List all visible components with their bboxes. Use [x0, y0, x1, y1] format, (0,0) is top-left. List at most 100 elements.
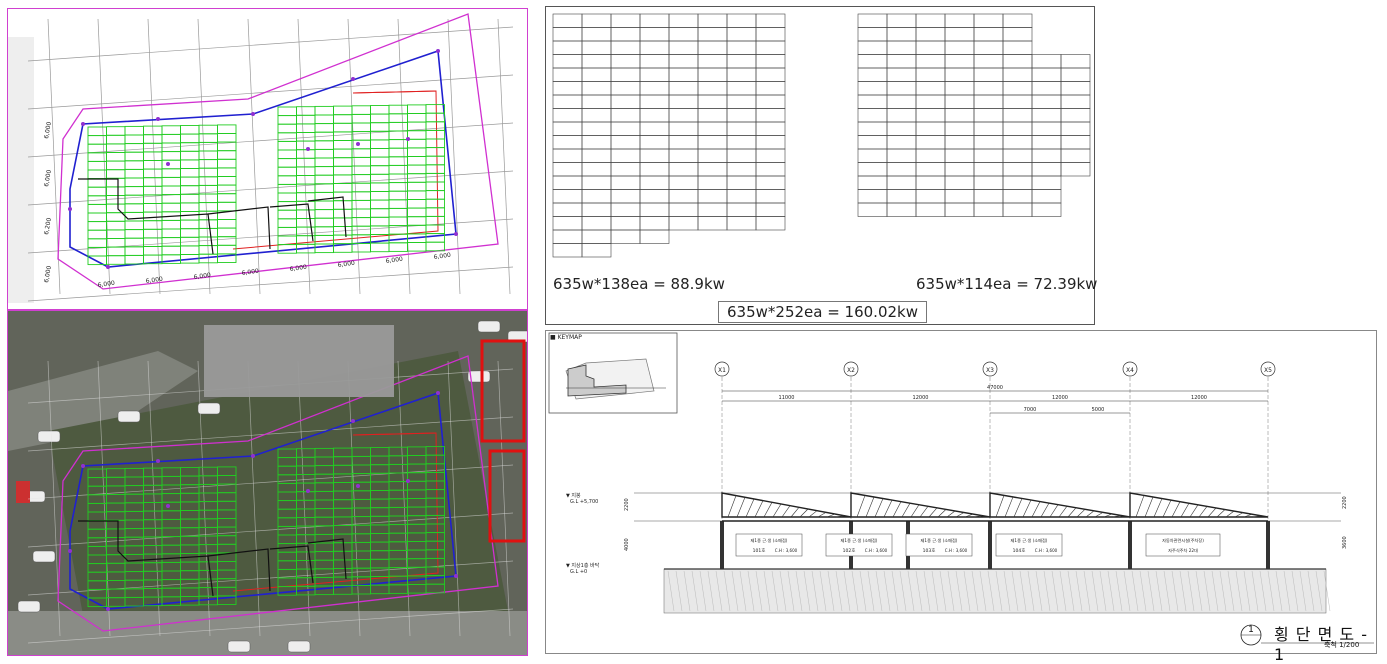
- solar-module: [125, 178, 144, 187]
- panel-module: [698, 163, 727, 177]
- sub-span-dimension: 7000: [1024, 407, 1037, 413]
- panel-module: [698, 14, 727, 28]
- panel-module: [669, 14, 698, 28]
- solar-module: [408, 165, 427, 174]
- sub-span-dimension: 5000: [1092, 407, 1105, 413]
- solar-module: [352, 140, 371, 149]
- panel-module: [858, 109, 887, 123]
- panel-module: [1003, 68, 1032, 82]
- column: [1266, 521, 1270, 569]
- survey-point: [406, 479, 410, 483]
- solar-module: [408, 131, 427, 140]
- panel-array-layout: 635w*138ea = 88.9kw 635w*114ea = 72.39kw…: [545, 6, 1095, 325]
- panel-module: [727, 136, 756, 150]
- solar-module: [297, 150, 316, 159]
- survey-point: [68, 207, 72, 211]
- panel-module: [611, 217, 640, 231]
- solar-module: [426, 182, 445, 191]
- solar-module: [278, 116, 297, 125]
- solar-module: [315, 184, 334, 193]
- panel-module: [582, 136, 611, 150]
- panel-module: [669, 176, 698, 190]
- unit-name: 제1종 근.생 (소매점): [751, 537, 788, 544]
- solar-module: [218, 168, 237, 177]
- panel-module: [727, 109, 756, 123]
- panel-module: [611, 230, 640, 244]
- solar-module: [334, 149, 353, 158]
- solar-module: [162, 134, 181, 143]
- panel-module: [1061, 109, 1090, 123]
- panel-module: [669, 203, 698, 217]
- panel-module: [916, 14, 945, 28]
- solar-module: [218, 194, 237, 203]
- solar-module: [371, 192, 390, 201]
- solar-module: [297, 167, 316, 176]
- truss-member: [755, 501, 763, 517]
- solar-canopy: [1130, 493, 1268, 517]
- solar-module: [334, 184, 353, 193]
- panel-module: [974, 122, 1003, 136]
- panel-module: [858, 136, 887, 150]
- solar-module: [426, 191, 445, 200]
- truss-member: [800, 509, 808, 517]
- panel-module: [669, 163, 698, 177]
- panel-module: [756, 95, 785, 109]
- panel-module: [756, 122, 785, 136]
- axis-label: X2: [847, 367, 855, 374]
- solar-module: [88, 179, 107, 188]
- panel-module: [611, 149, 640, 163]
- solar-module: [352, 157, 371, 166]
- panel-module: [1003, 163, 1032, 177]
- solar-module: [125, 204, 144, 213]
- solar-module: [371, 243, 390, 252]
- grid-line: [28, 123, 513, 157]
- solar-module: [371, 140, 390, 149]
- span-dimension: 11000: [779, 395, 795, 401]
- solar-module: [218, 202, 237, 211]
- survey-point: [81, 122, 85, 126]
- panel-module: [582, 82, 611, 96]
- solar-module: [144, 152, 163, 161]
- panel-module: [669, 95, 698, 109]
- solar-module: [408, 157, 427, 166]
- solar-module: [144, 247, 163, 256]
- left-array-caption: 635w*138ea = 88.9kw: [553, 275, 725, 293]
- truss-member: [1199, 506, 1207, 517]
- solar-module: [297, 124, 316, 133]
- solar-module: [278, 150, 297, 159]
- panel-module: [727, 176, 756, 190]
- panel-module: [640, 230, 669, 244]
- panel-module: [553, 82, 582, 96]
- panel-module: [698, 28, 727, 42]
- solar-module: [88, 222, 107, 231]
- panel-module: [1003, 95, 1032, 109]
- panel-module: [727, 82, 756, 96]
- aerial-photo-panel: [7, 310, 528, 656]
- column: [720, 521, 724, 569]
- panel-module: [727, 217, 756, 231]
- solar-module: [199, 151, 218, 160]
- dimension-label: 6,000: [193, 272, 211, 281]
- parked-car: [478, 321, 500, 332]
- panel-module: [945, 14, 974, 28]
- panel-module: [640, 68, 669, 82]
- panel-module: [640, 136, 669, 150]
- panel-module: [756, 149, 785, 163]
- survey-point: [436, 49, 440, 53]
- solar-module: [181, 177, 200, 186]
- panel-module: [611, 14, 640, 28]
- solar-canopy: [722, 493, 851, 517]
- panel-module: [916, 176, 945, 190]
- truss-member: [1014, 498, 1022, 517]
- unit-ceiling-height: C.H : 3,600: [775, 548, 798, 553]
- solar-module: [297, 176, 316, 185]
- solar-module: [144, 178, 163, 187]
- truss-member: [1041, 503, 1049, 517]
- solar-module: [371, 217, 390, 226]
- panel-module: [669, 122, 698, 136]
- panel-module: [698, 122, 727, 136]
- solar-module: [408, 217, 427, 226]
- panel-module: [945, 203, 974, 217]
- panel-module: [698, 217, 727, 231]
- panel-module: [1061, 149, 1090, 163]
